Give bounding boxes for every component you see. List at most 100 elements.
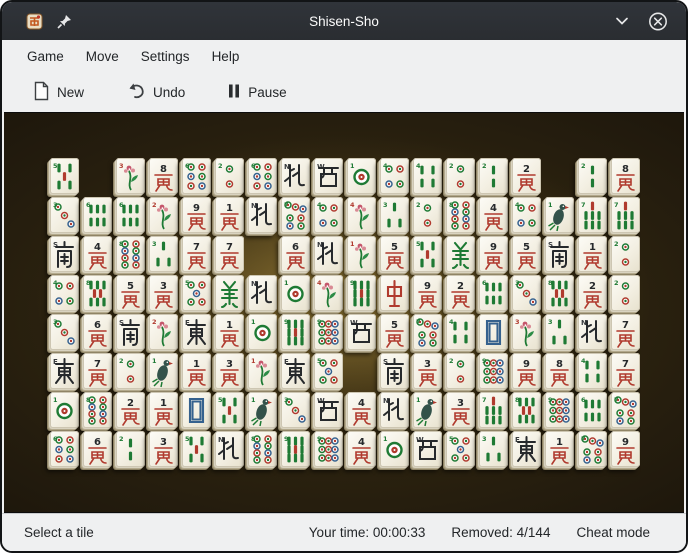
tile-c2[interactable]: 2 xyxy=(410,196,443,235)
tile-b5[interactable]: 5 xyxy=(410,235,443,274)
tile-m5[interactable]: 5 xyxy=(509,235,542,274)
tile-face-m7[interactable]: 7 xyxy=(611,314,640,350)
tile-face-b6[interactable]: 6 xyxy=(116,197,145,233)
tile-face-c5[interactable]: 5 xyxy=(446,431,475,467)
tile-face-f1[interactable]: 1 xyxy=(347,236,376,272)
tile-face-c1[interactable]: 1 xyxy=(347,158,376,194)
tile-f2[interactable]: 2 xyxy=(146,196,179,235)
tile-face-wS[interactable]: S xyxy=(380,353,409,389)
tile-b3[interactable]: 3 xyxy=(542,313,575,352)
tile-face-b2[interactable]: 2 xyxy=(578,158,607,194)
tile-face-c6[interactable]: 6 xyxy=(248,158,277,194)
tile-wW[interactable]: W xyxy=(311,157,344,196)
tile-face-b8[interactable]: 8 xyxy=(545,275,574,311)
tile-c1[interactable]: 1 xyxy=(377,430,410,469)
menu-move[interactable]: Move xyxy=(75,43,130,70)
tile-face-m3[interactable]: 3 xyxy=(149,431,178,467)
tile-wW[interactable]: W xyxy=(311,391,344,430)
tile-face-c2[interactable]: 2 xyxy=(116,353,145,389)
tile-wS[interactable]: S xyxy=(377,352,410,391)
undo-button[interactable]: Undo xyxy=(118,77,193,108)
tile-f3[interactable]: 3 xyxy=(113,157,146,196)
tile-m2[interactable]: 2 xyxy=(113,391,146,430)
menu-help[interactable]: Help xyxy=(201,43,251,70)
tile-wN[interactable]: N xyxy=(245,196,278,235)
tile-face-c3[interactable]: 3 xyxy=(512,275,541,311)
tile-face-b6[interactable]: 6 xyxy=(479,275,508,311)
tile-face-m1[interactable]: 1 xyxy=(545,431,574,467)
tile-face-b5[interactable]: 5 xyxy=(215,392,244,428)
menu-settings[interactable]: Settings xyxy=(130,43,201,70)
tile-m6[interactable]: 6 xyxy=(80,313,113,352)
tile-face-c4[interactable]: 4 xyxy=(50,275,79,311)
tile-face-c3[interactable]: 3 xyxy=(50,197,79,233)
tile-m8[interactable]: 8 xyxy=(608,157,641,196)
tile-m4[interactable]: 4 xyxy=(344,430,377,469)
tile-c7[interactable]: 7 xyxy=(410,313,443,352)
tile-f2[interactable]: 2 xyxy=(146,313,179,352)
tile-b3[interactable]: 3 xyxy=(146,235,179,274)
tile-c4[interactable]: 4 xyxy=(509,196,542,235)
tile-m7[interactable]: 7 xyxy=(608,352,641,391)
tile-c2[interactable]: 2 xyxy=(113,352,146,391)
tile-face-c4[interactable]: 4 xyxy=(314,197,343,233)
tile-face-b1[interactable]: 1 xyxy=(413,392,442,428)
tile-m5[interactable]: 5 xyxy=(113,274,146,313)
tile-c8[interactable]: 8 xyxy=(443,196,476,235)
tile-face-gG[interactable] xyxy=(446,236,475,272)
tile-face-gG[interactable] xyxy=(215,275,244,311)
tile-m7[interactable]: 7 xyxy=(179,235,212,274)
tile-face-b3[interactable]: 3 xyxy=(545,314,574,350)
tile-face-b1[interactable]: 1 xyxy=(545,197,574,233)
tile-m3[interactable]: 3 xyxy=(146,430,179,469)
tile-face-m6[interactable]: 6 xyxy=(83,314,112,350)
tile-face-b1[interactable]: 1 xyxy=(149,353,178,389)
tile-face-b7[interactable]: 7 xyxy=(611,197,640,233)
tile-c5[interactable]: 5 xyxy=(179,274,212,313)
tile-face-f3[interactable]: 3 xyxy=(116,158,145,194)
tile-face-m4[interactable]: 4 xyxy=(479,197,508,233)
tile-wE[interactable]: E xyxy=(509,430,542,469)
tile-c3[interactable]: 3 xyxy=(47,196,80,235)
tile-b1[interactable]: 1 xyxy=(146,352,179,391)
tile-m3[interactable]: 3 xyxy=(443,391,476,430)
tile-c4[interactable]: 4 xyxy=(377,157,410,196)
tile-c1[interactable]: 1 xyxy=(245,313,278,352)
tile-face-m9[interactable]: 9 xyxy=(182,197,211,233)
tile-wN[interactable]: N xyxy=(575,313,608,352)
tile-c9[interactable]: 9 xyxy=(542,391,575,430)
tile-m1[interactable]: 1 xyxy=(179,352,212,391)
tile-face-m5[interactable]: 5 xyxy=(116,275,145,311)
tile-face-m2[interactable]: 2 xyxy=(446,275,475,311)
tile-b4[interactable]: 4 xyxy=(410,157,443,196)
tile-wN[interactable]: N xyxy=(278,157,311,196)
tile-m4[interactable]: 4 xyxy=(344,391,377,430)
tile-face-b3[interactable]: 3 xyxy=(479,431,508,467)
tile-c1[interactable]: 1 xyxy=(278,274,311,313)
tile-m5[interactable]: 5 xyxy=(377,313,410,352)
tile-b7[interactable]: 7 xyxy=(608,196,641,235)
tile-m6[interactable]: 6 xyxy=(278,235,311,274)
tile-m3[interactable]: 3 xyxy=(212,352,245,391)
tile-face-m8[interactable]: 8 xyxy=(611,158,640,194)
tile-m4[interactable]: 4 xyxy=(80,235,113,274)
tile-face-wN[interactable]: N xyxy=(281,158,310,194)
tile-b8[interactable]: 8 xyxy=(80,274,113,313)
tile-face-c8[interactable]: 8 xyxy=(116,236,145,272)
tile-b8[interactable]: 8 xyxy=(542,274,575,313)
tile-face-m3[interactable]: 3 xyxy=(215,353,244,389)
tile-face-wE[interactable]: E xyxy=(182,314,211,350)
tile-c3[interactable]: 3 xyxy=(509,274,542,313)
tile-c6[interactable]: 6 xyxy=(47,430,80,469)
tile-b9[interactable]: 9 xyxy=(278,430,311,469)
tile-face-b3[interactable]: 3 xyxy=(380,197,409,233)
tile-face-m1[interactable]: 1 xyxy=(215,314,244,350)
tile-b3[interactable]: 3 xyxy=(476,430,509,469)
tile-wS[interactable]: S xyxy=(113,313,146,352)
tile-face-wN[interactable]: N xyxy=(248,275,277,311)
tile-wS[interactable]: S xyxy=(542,235,575,274)
tile-face-b7[interactable]: 7 xyxy=(479,392,508,428)
tile-b4[interactable]: 4 xyxy=(575,352,608,391)
tile-face-b4[interactable]: 4 xyxy=(578,353,607,389)
tile-face-c2[interactable]: 2 xyxy=(446,353,475,389)
